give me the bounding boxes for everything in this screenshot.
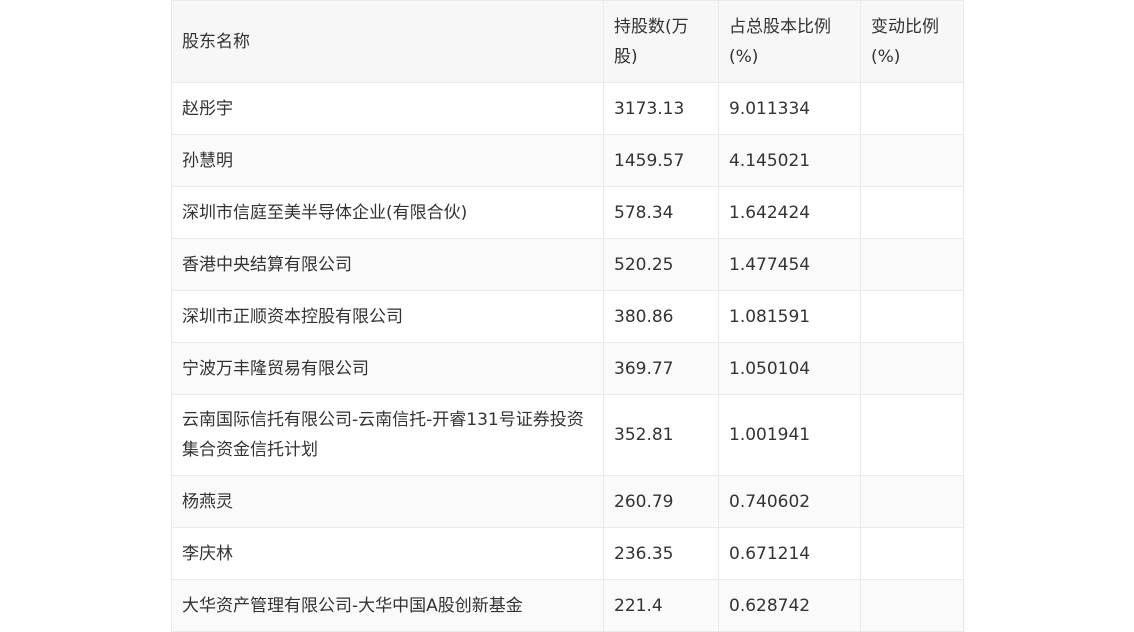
cell-change [860,579,964,632]
table-row: 宁波万丰隆贸易有限公司 369.77 1.050104 [171,342,964,395]
cell-ratio: 1.050104 [718,342,861,395]
header-ratio: 占总股本比例(%) [718,0,861,83]
table-row: 深圳市正顺资本控股有限公司 380.86 1.081591 [171,290,964,343]
cell-change [860,134,964,187]
table-row: 李庆林 236.35 0.671214 [171,527,964,580]
cell-shares: 369.77 [603,342,719,395]
cell-name: 赵彤宇 [171,82,604,135]
cell-change [860,342,964,395]
cell-ratio: 9.011334 [718,82,861,135]
cell-shares: 236.35 [603,527,719,580]
cell-ratio: 1.477454 [718,238,861,291]
cell-change [860,394,964,476]
header-change: 变动比例(%) [860,0,964,83]
cell-ratio: 1.081591 [718,290,861,343]
table-row: 孙慧明 1459.57 4.145021 [171,134,964,187]
cell-change [860,527,964,580]
cell-ratio: 0.671214 [718,527,861,580]
table-row: 大华资产管理有限公司-大华中国A股创新基金 221.4 0.628742 [171,579,964,632]
shareholder-table-container: 股东名称 持股数(万股) 占总股本比例(%) 变动比例(%) 赵彤宇 3173.… [171,0,964,632]
cell-change [860,290,964,343]
cell-shares: 380.86 [603,290,719,343]
cell-ratio: 1.001941 [718,394,861,476]
header-shareholder-name: 股东名称 [171,0,604,83]
cell-shares: 3173.13 [603,82,719,135]
cell-name: 云南国际信托有限公司-云南信托-开睿131号证券投资集合资金信托计划 [171,394,604,476]
cell-shares: 352.81 [603,394,719,476]
cell-ratio: 1.642424 [718,186,861,239]
cell-shares: 1459.57 [603,134,719,187]
cell-name: 香港中央结算有限公司 [171,238,604,291]
cell-ratio: 0.628742 [718,579,861,632]
shareholder-table: 股东名称 持股数(万股) 占总股本比例(%) 变动比例(%) 赵彤宇 3173.… [171,0,964,632]
cell-name: 深圳市正顺资本控股有限公司 [171,290,604,343]
table-row: 深圳市信庭至美半导体企业(有限合伙) 578.34 1.642424 [171,186,964,239]
cell-name: 深圳市信庭至美半导体企业(有限合伙) [171,186,604,239]
cell-shares: 578.34 [603,186,719,239]
header-row: 股东名称 持股数(万股) 占总股本比例(%) 变动比例(%) [171,0,964,83]
table-row: 杨燕灵 260.79 0.740602 [171,475,964,528]
table-row: 赵彤宇 3173.13 9.011334 [171,82,964,135]
cell-change [860,82,964,135]
cell-ratio: 0.740602 [718,475,861,528]
cell-shares: 260.79 [603,475,719,528]
header-shares: 持股数(万股) [603,0,719,83]
table-row: 香港中央结算有限公司 520.25 1.477454 [171,238,964,291]
cell-shares: 520.25 [603,238,719,291]
cell-name: 大华资产管理有限公司-大华中国A股创新基金 [171,579,604,632]
table-body: 赵彤宇 3173.13 9.011334 孙慧明 1459.57 4.14502… [171,82,964,632]
cell-change [860,186,964,239]
cell-name: 杨燕灵 [171,475,604,528]
cell-ratio: 4.145021 [718,134,861,187]
cell-name: 孙慧明 [171,134,604,187]
cell-change [860,238,964,291]
cell-name: 宁波万丰隆贸易有限公司 [171,342,604,395]
cell-change [860,475,964,528]
table-header: 股东名称 持股数(万股) 占总股本比例(%) 变动比例(%) [171,0,964,83]
cell-name: 李庆林 [171,527,604,580]
cell-shares: 221.4 [603,579,719,632]
table-row: 云南国际信托有限公司-云南信托-开睿131号证券投资集合资金信托计划 352.8… [171,394,964,476]
